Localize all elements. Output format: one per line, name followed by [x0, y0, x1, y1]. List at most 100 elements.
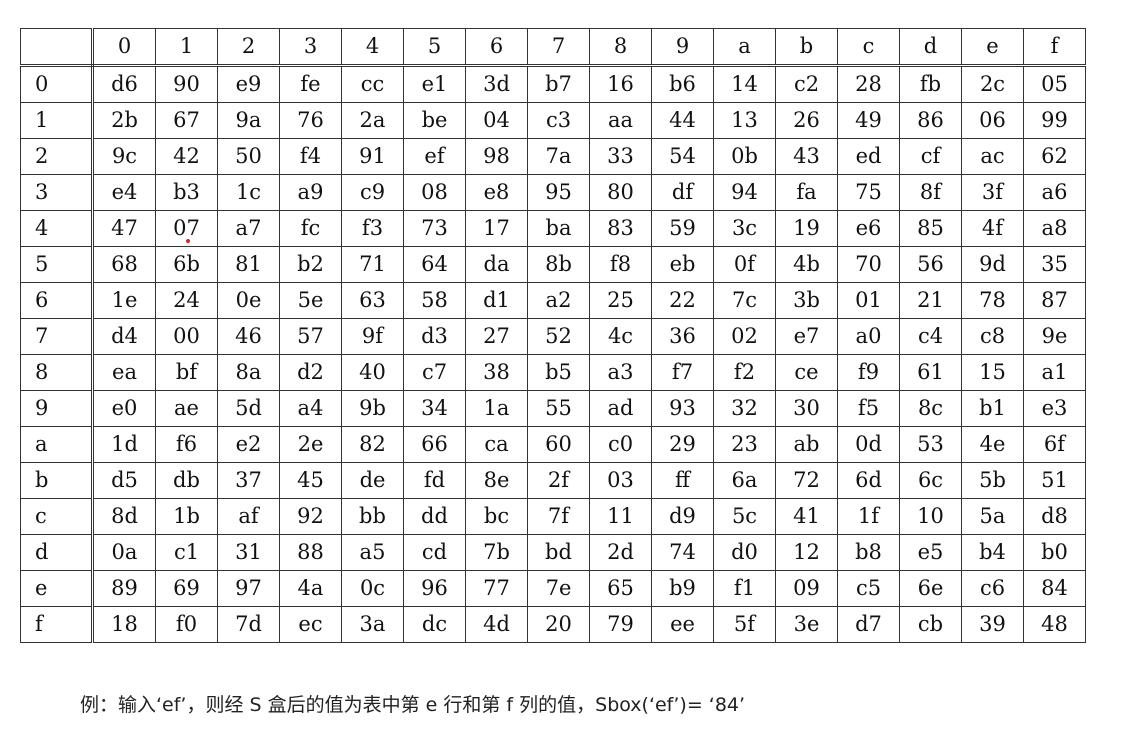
sbox-cell: 0d: [837, 426, 900, 463]
sbox-cell: 9b: [341, 390, 404, 427]
sbox-cell: 79: [589, 606, 652, 643]
sbox-cell: 88: [279, 534, 342, 571]
row-header-8: 8: [20, 354, 94, 391]
sbox-cell: 86: [899, 102, 962, 139]
table-row: 0 d6 90 e9 fe cc e1 3d b7 16 b6 14 c2 28 fb 2c 05: [20, 65, 1086, 103]
sbox-cell: bb: [341, 498, 404, 535]
sbox-cell: 2c: [961, 65, 1024, 103]
sbox-cell: 89: [92, 570, 156, 607]
sbox-cell: 01: [837, 282, 900, 319]
sbox-cell: 14: [713, 65, 776, 103]
sbox-cell: 1e: [92, 282, 156, 319]
sbox-cell: 6c: [899, 462, 962, 499]
sbox-cell: 75: [837, 174, 900, 211]
sbox-cell: 9c: [92, 138, 156, 175]
sbox-cell: c8: [961, 318, 1024, 355]
sbox-cell: 09: [775, 570, 838, 607]
sbox-cell: b4: [961, 534, 1024, 571]
column-header-c: c: [837, 28, 900, 67]
sbox-cell: 8f: [899, 174, 962, 211]
sbox-cell: 03: [589, 462, 652, 499]
sbox-cell: f2: [713, 354, 776, 391]
sbox-cell: e6: [837, 210, 900, 247]
sbox-cell: f7: [651, 354, 714, 391]
table-row: 2 9c 42 50 f4 91 ef 98 7a 33 54 0b 43 ed cf ac 62: [20, 138, 1086, 175]
sbox-cell: 61: [899, 354, 962, 391]
table-row: 9 e0 ae 5d a4 9b 34 1a 55 ad 93 32 30 f5 8c b1 e3: [20, 390, 1086, 427]
column-header-b: b: [775, 28, 838, 67]
table-row: f 18 f0 7d ec 3a dc 4d 20 79 ee 5f 3e d7 cb 39 48: [20, 606, 1086, 643]
sbox-cell: 37: [217, 462, 280, 499]
sbox-cell: 3c: [713, 210, 776, 247]
row-header-3: 3: [20, 174, 94, 211]
sbox-cell: bc: [465, 498, 528, 535]
sbox-cell: 94: [713, 174, 776, 211]
sbox-cell: 2b: [92, 102, 156, 139]
sbox-cell: c1: [155, 534, 218, 571]
sbox-cell: 95: [527, 174, 590, 211]
sbox-cell: 7b: [465, 534, 528, 571]
sbox-cell: 93: [651, 390, 714, 427]
sbox-cell: 59: [651, 210, 714, 247]
sbox-cell: 21: [899, 282, 962, 319]
sbox-cell: 8e: [465, 462, 528, 499]
sbox-cell: 00: [155, 318, 218, 355]
sbox-cell: 1c: [217, 174, 280, 211]
sbox-cell: fa: [775, 174, 838, 211]
sbox-cell: de: [341, 462, 404, 499]
sbox-cell: 16: [589, 65, 652, 103]
sbox-cell: 71: [341, 246, 404, 283]
sbox-cell: 34: [403, 390, 466, 427]
sbox-cell: 77: [465, 570, 528, 607]
sbox-cell: 2f: [527, 462, 590, 499]
sbox-cell: 41: [775, 498, 838, 535]
sbox-cell: e7: [775, 318, 838, 355]
sbox-cell: e5: [899, 534, 962, 571]
sbox-cell: 24: [155, 282, 218, 319]
sbox-cell: 53: [899, 426, 962, 463]
sbox-cell: d1: [465, 282, 528, 319]
sbox-cell: 35: [1023, 246, 1086, 283]
row-header-f: f: [20, 606, 94, 643]
sbox-cell: 85: [899, 210, 962, 247]
sbox-cell: a1: [1023, 354, 1086, 391]
sbox-cell: b7: [527, 65, 590, 103]
sbox-cell: f3: [341, 210, 404, 247]
caption: 例：输入‘ef’，则经 S 盒后的值为表中第 e 行和第 f 列的值，Sbox(…: [80, 694, 746, 716]
sbox-cell: e0: [92, 390, 156, 427]
column-header-5: 5: [403, 28, 466, 67]
column-header-6: 6: [465, 28, 528, 67]
sbox-cell: 0e: [217, 282, 280, 319]
column-header-0: 0: [92, 28, 156, 67]
sbox-cell: 64: [403, 246, 466, 283]
sbox-cell: 0a: [92, 534, 156, 571]
sbox-cell: 56: [899, 246, 962, 283]
sbox-cell: 58: [403, 282, 466, 319]
sbox-cell: 0b: [713, 138, 776, 175]
sbox-cell: ab: [775, 426, 838, 463]
row-header-5: 5: [20, 246, 94, 283]
column-header-3: 3: [279, 28, 342, 67]
sbox-cell: 29: [651, 426, 714, 463]
sbox-cell: f5: [837, 390, 900, 427]
sbox-cell: a8: [1023, 210, 1086, 247]
sbox-cell: 5f: [713, 606, 776, 643]
column-header-2: 2: [217, 28, 280, 67]
sbox-cell: 87: [1023, 282, 1086, 319]
sbox-cell: da: [465, 246, 528, 283]
sbox-cell: cd: [403, 534, 466, 571]
sbox-cell: a7: [217, 210, 280, 247]
sbox-cell: 45: [279, 462, 342, 499]
sbox-cell: 92: [279, 498, 342, 535]
sbox-cell: 97: [217, 570, 280, 607]
sbox-cell: a9: [279, 174, 342, 211]
corner-cell: [20, 28, 94, 67]
sbox-cell: 96: [403, 570, 466, 607]
sbox-cell: d5: [92, 462, 156, 499]
sbox-cell: 22: [651, 282, 714, 319]
sbox-cell: 05: [1023, 65, 1086, 103]
sbox-cell: 0c: [341, 570, 404, 607]
red-dot-mark: [186, 239, 190, 243]
sbox-cell: 60: [527, 426, 590, 463]
row-header-d: d: [20, 534, 94, 571]
